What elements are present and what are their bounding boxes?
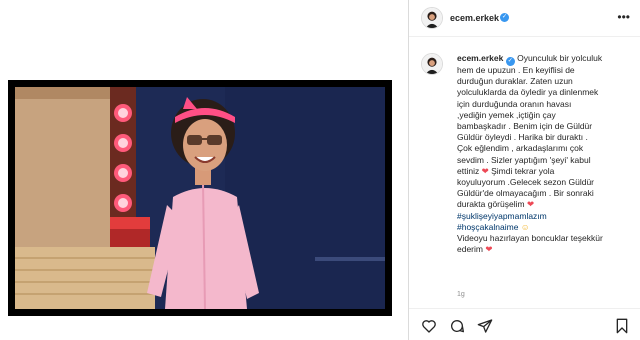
post-caption: ecem.erkek ✓ Oyunculuk bir yolculuk hem … bbox=[457, 53, 631, 255]
header-username[interactable]: ecem.erkek bbox=[450, 13, 499, 23]
avatar-image bbox=[422, 8, 442, 28]
caption-line: Güldür'de olmayacağım . Bir sonraki bbox=[457, 188, 594, 199]
hashtag-link[interactable]: #hoşçakalnaime bbox=[457, 222, 518, 232]
video-still-image bbox=[15, 87, 385, 309]
caption-line: #şuklişeyiyapmamlazım bbox=[457, 211, 631, 222]
caption-line: ,yediğin yemek ,içtiğin çay bbox=[457, 109, 556, 120]
post-time-ago[interactable]: 1g bbox=[457, 291, 465, 298]
caption-line: ettiniz ❤ Şimdi tekrar yola bbox=[457, 166, 631, 177]
red-heart-emoji: ❤ bbox=[526, 199, 535, 210]
caption-avatar[interactable] bbox=[421, 53, 443, 75]
bookmark-icon[interactable] bbox=[614, 318, 630, 334]
caption-line: sevdim . Sizler yaptığım 'şeyi' kabul bbox=[457, 154, 591, 165]
heart-icon[interactable] bbox=[421, 318, 437, 334]
caption-text: ederim bbox=[457, 244, 483, 255]
more-options-icon[interactable]: ••• bbox=[617, 10, 630, 24]
caption-text: ettiniz bbox=[457, 165, 480, 176]
caption-text: Şimdi tekrar yola bbox=[491, 165, 555, 176]
caption-line: ecem.erkek ✓ Oyunculuk bir yolculuk bbox=[457, 53, 631, 66]
hashtag-link[interactable]: #şuklişeyiyapmamlazım bbox=[457, 211, 547, 221]
caption-line: hem de upuzun . En keyiflisi de bbox=[457, 65, 575, 75]
verified-badge-icon: ✓ bbox=[500, 13, 509, 22]
caption-line: Güldür öyleydi . Harika bir duraktı . bbox=[457, 132, 588, 143]
caption-text: durakta görüşelim bbox=[457, 199, 525, 210]
caption-line: Çok eğlendim , arkadaşlarımı çok bbox=[457, 143, 584, 154]
smile-emoji: ☺ bbox=[520, 221, 530, 232]
caption-line: Videoyu hazırlayan boncuklar teşekkür bbox=[457, 233, 603, 244]
caption-line: bambaşkadır . Benim için de Güldür bbox=[457, 121, 593, 132]
post-header: ecem.erkek ✓ ••• bbox=[409, 0, 640, 37]
red-heart-emoji: ❤ bbox=[481, 165, 489, 176]
video-player[interactable] bbox=[8, 80, 392, 316]
verified-badge-icon: ✓ bbox=[505, 57, 515, 66]
red-heart-emoji: ❤ bbox=[485, 244, 493, 255]
caption-line: ederim ❤ bbox=[457, 244, 631, 255]
comment-icon[interactable] bbox=[449, 318, 465, 334]
action-bar bbox=[409, 308, 640, 340]
caption-line: #hoşçakalnaime ☺ bbox=[457, 222, 631, 233]
caption-line: durduğun duraklar. Zaten uzun bbox=[457, 76, 573, 87]
caption-line: koyuluyorum .Gelecek sezon Güldür bbox=[457, 177, 595, 188]
caption-line: durakta görüşelim ❤ bbox=[457, 199, 631, 210]
post-side-panel: ecem.erkek ✓ ••• ecem.erkek ✓ Oyunculuk … bbox=[409, 0, 640, 340]
caption-text: Oyunculuk bir yolculuk bbox=[517, 53, 603, 63]
caption-line: yolculuklarda da öyledir ya dinlenmek bbox=[457, 87, 599, 98]
avatar-image bbox=[422, 54, 442, 74]
caption-username[interactable]: ecem.erkek bbox=[457, 53, 503, 63]
avatar[interactable] bbox=[421, 7, 443, 29]
media-pane bbox=[0, 0, 408, 340]
share-icon[interactable] bbox=[477, 318, 493, 334]
caption-line: için durduğunda oranın havası bbox=[457, 98, 572, 109]
video-frame-content[interactable] bbox=[15, 87, 385, 309]
